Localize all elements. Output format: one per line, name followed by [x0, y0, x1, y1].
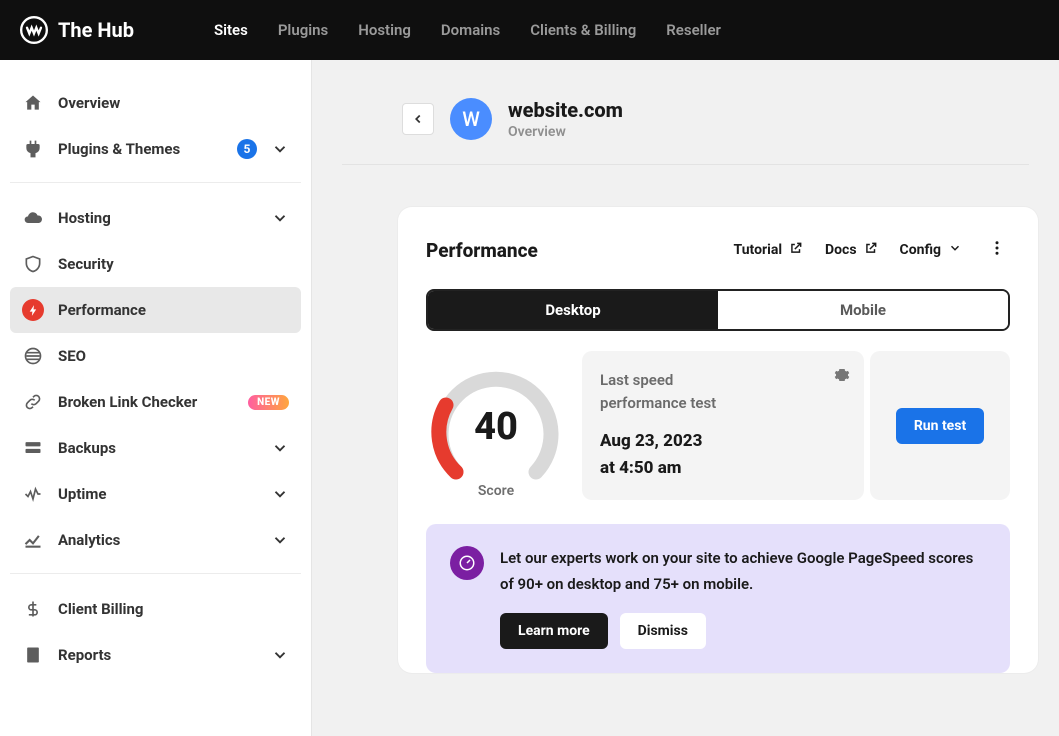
external-link-icon — [789, 241, 803, 259]
last-test-date-line1: Aug 23, 2023 — [600, 428, 846, 455]
topnav-hosting[interactable]: Hosting — [358, 21, 411, 39]
sidebar-item-overview[interactable]: Overview — [10, 80, 301, 126]
promo-banner: Let our experts work on your site to ach… — [426, 524, 1010, 673]
docs-label: Docs — [825, 242, 857, 258]
config-label: Config — [900, 242, 941, 258]
sidebar-item-analytics[interactable]: Analytics — [10, 517, 301, 563]
gauge-value: 40 — [426, 405, 566, 449]
chevron-down-icon — [271, 646, 289, 664]
site-avatar: W — [450, 98, 492, 140]
performance-icon — [22, 299, 44, 321]
plugins-count-badge: 5 — [237, 139, 257, 159]
run-test-box: Run test — [870, 351, 1010, 500]
sidebar-item-backups[interactable]: Backups — [10, 425, 301, 471]
score-row: 40 Score Last speed performance test Aug… — [426, 351, 1010, 500]
chevron-down-icon — [948, 241, 962, 259]
more-button[interactable] — [984, 235, 1010, 265]
reports-icon — [22, 644, 44, 666]
seo-icon — [22, 345, 44, 367]
sidebar-item-uptime[interactable]: Uptime — [10, 471, 301, 517]
sidebar-item-plugins-themes[interactable]: Plugins & Themes 5 — [10, 126, 301, 172]
sidebar: Overview Plugins & Themes 5 Hosting — [0, 60, 312, 736]
sidebar-item-performance[interactable]: Performance — [10, 287, 301, 333]
score-gauge: 40 Score — [426, 351, 576, 500]
topnav-sites[interactable]: Sites — [214, 21, 248, 39]
sidebar-label: Performance — [58, 301, 289, 319]
sidebar-item-client-billing[interactable]: Client Billing — [10, 586, 301, 632]
main-content: W website.com Overview Performance Tutor… — [312, 60, 1059, 736]
external-link-icon — [864, 241, 878, 259]
sidebar-label: Analytics — [58, 531, 257, 549]
back-button[interactable] — [402, 103, 434, 135]
speedometer-icon — [450, 546, 484, 580]
gear-button[interactable] — [834, 367, 850, 387]
chevron-down-icon — [271, 140, 289, 158]
dismiss-button[interactable]: Dismiss — [620, 613, 706, 649]
device-tabs: Desktop Mobile — [426, 289, 1010, 331]
learn-more-button[interactable]: Learn more — [500, 613, 608, 649]
card-title: Performance — [426, 239, 538, 262]
last-test-label: Last speed performance test — [600, 369, 760, 414]
site-subtitle: Overview — [508, 124, 623, 140]
backups-icon — [22, 437, 44, 459]
performance-card: Performance Tutorial Docs — [398, 207, 1038, 673]
sidebar-label: Client Billing — [58, 600, 289, 618]
last-test-date: Aug 23, 2023 at 4:50 am — [600, 428, 846, 482]
sidebar-label: Hosting — [58, 209, 257, 227]
sidebar-label: Overview — [58, 94, 289, 112]
topbar: The Hub Sites Plugins Hosting Domains Cl… — [0, 0, 1059, 60]
config-dropdown[interactable]: Config — [900, 241, 962, 259]
sidebar-label: Reports — [58, 646, 257, 664]
sidebar-item-reports[interactable]: Reports — [10, 632, 301, 678]
tutorial-link[interactable]: Tutorial — [734, 241, 804, 259]
analytics-icon — [22, 529, 44, 551]
sidebar-label: Uptime — [58, 485, 257, 503]
plug-icon — [22, 138, 44, 160]
topnav-reseller[interactable]: Reseller — [666, 21, 721, 39]
site-title: website.com — [508, 98, 623, 122]
brand-logo-icon — [20, 16, 48, 44]
promo-text: Let our experts work on your site to ach… — [500, 546, 986, 597]
tutorial-label: Tutorial — [734, 242, 783, 258]
sidebar-item-security[interactable]: Security — [10, 241, 301, 287]
sidebar-item-hosting[interactable]: Hosting — [10, 195, 301, 241]
sidebar-label: Backups — [58, 439, 257, 457]
last-test-box: Last speed performance test Aug 23, 2023… — [582, 351, 864, 500]
chevron-down-icon — [271, 485, 289, 503]
sidebar-item-broken-link-checker[interactable]: Broken Link Checker NEW — [10, 379, 301, 425]
chevron-down-icon — [271, 531, 289, 549]
brand-text: The Hub — [58, 18, 134, 42]
run-test-button[interactable]: Run test — [896, 408, 984, 444]
card-actions: Tutorial Docs Config — [734, 235, 1010, 265]
topnav-plugins[interactable]: Plugins — [278, 21, 328, 39]
dollar-icon — [22, 598, 44, 620]
topnav-clients-billing[interactable]: Clients & Billing — [530, 21, 636, 39]
docs-link[interactable]: Docs — [825, 241, 878, 259]
last-test-date-line2: at 4:50 am — [600, 455, 846, 482]
sidebar-label: SEO — [58, 347, 289, 365]
sidebar-label: Plugins & Themes — [58, 140, 219, 158]
chevron-down-icon — [271, 439, 289, 457]
site-header: W website.com Overview — [342, 90, 1029, 165]
link-icon — [22, 391, 44, 413]
new-badge: NEW — [248, 395, 289, 410]
shield-icon — [22, 253, 44, 275]
chevron-down-icon — [271, 209, 289, 227]
card-header: Performance Tutorial Docs — [426, 235, 1010, 265]
uptime-icon — [22, 483, 44, 505]
brand[interactable]: The Hub — [20, 16, 134, 44]
topnav-domains[interactable]: Domains — [441, 21, 500, 39]
tab-desktop[interactable]: Desktop — [428, 291, 718, 329]
home-icon — [22, 92, 44, 114]
sidebar-label: Security — [58, 255, 289, 273]
topnav: Sites Plugins Hosting Domains Clients & … — [214, 21, 721, 39]
cloud-icon — [22, 207, 44, 229]
sidebar-item-seo[interactable]: SEO — [10, 333, 301, 379]
sidebar-label: Broken Link Checker — [58, 393, 234, 411]
tab-mobile[interactable]: Mobile — [718, 291, 1008, 329]
